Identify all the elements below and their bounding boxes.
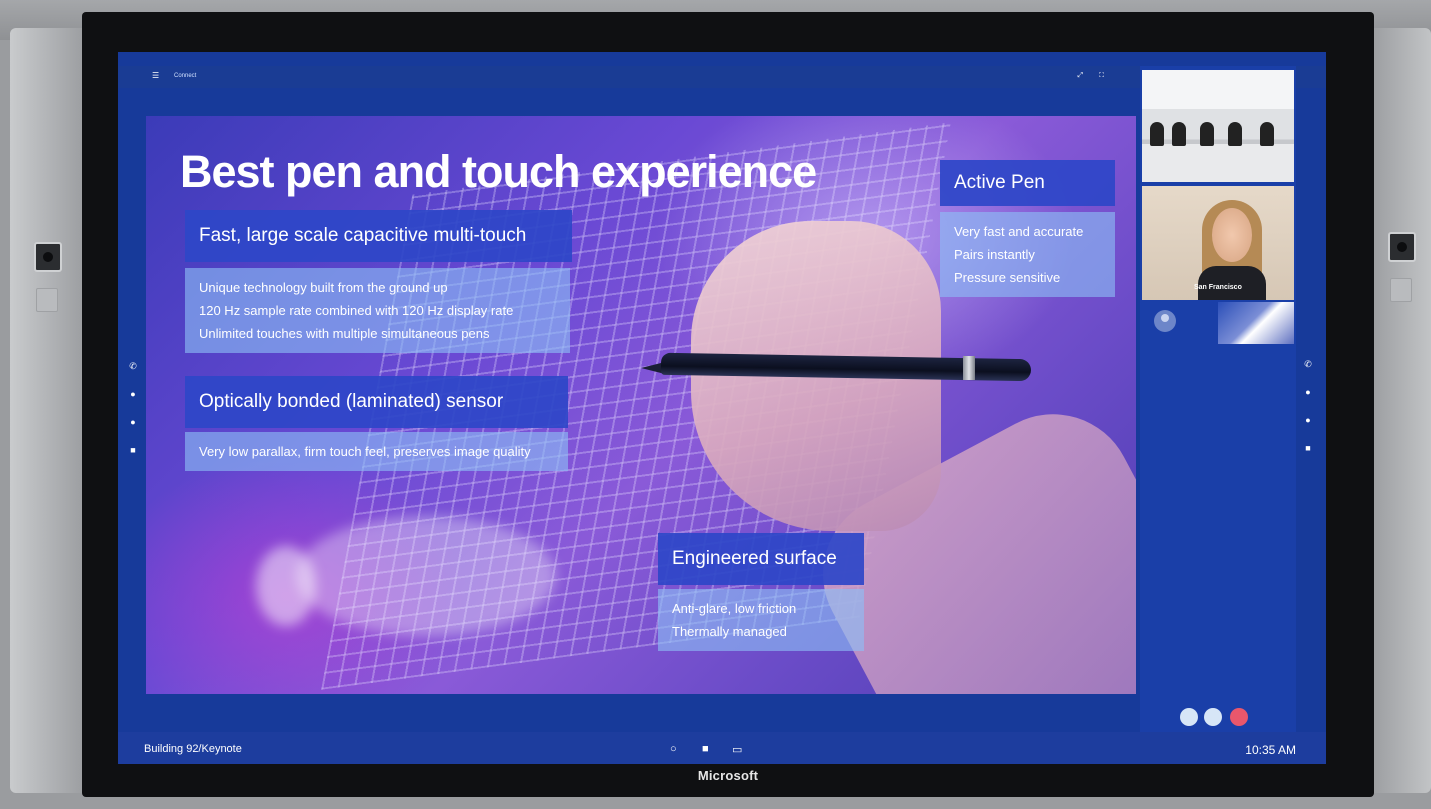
box-line: Very fast and accurate xyxy=(954,224,1084,239)
left-toolbar: ✆ ● ● ■ xyxy=(126,352,140,464)
phone-icon[interactable]: ✆ xyxy=(1301,350,1315,378)
call-panel: San Francisco xyxy=(1140,66,1296,732)
participant xyxy=(1150,122,1164,146)
left-camera-icon xyxy=(34,242,62,272)
blurred-circle xyxy=(256,546,316,626)
mute-button[interactable] xyxy=(1180,708,1198,726)
caller-shirt xyxy=(1198,266,1266,300)
box-body-sensor: Very low parallax, firm touch feel, pres… xyxy=(185,432,568,471)
box-heading-multitouch: Fast, large scale capacitive multi-touch xyxy=(185,210,572,262)
box-line: Thermally managed xyxy=(672,624,787,639)
participant xyxy=(1172,122,1186,146)
taskbar: Building 92/Keynote ○ ■ ▭ 10:35 AM xyxy=(118,732,1326,764)
right-camera-icon xyxy=(1388,232,1416,262)
participant xyxy=(1228,122,1242,146)
brand-logo: Microsoft xyxy=(697,768,759,783)
window-controls[interactable]: ⤢⛶ xyxy=(1077,72,1120,80)
caller-face xyxy=(1212,208,1252,262)
box-line: Unique technology built from the ground … xyxy=(199,280,448,295)
chat-icon[interactable]: ● xyxy=(126,380,140,408)
task-view-icon[interactable]: ▭ xyxy=(732,743,742,756)
location-icon[interactable]: ● xyxy=(1301,406,1315,434)
box-heading-pen: Active Pen xyxy=(940,160,1115,206)
pen-band xyxy=(963,356,975,380)
user-avatar-icon[interactable] xyxy=(1154,310,1176,332)
left-speaker-bar xyxy=(10,28,84,793)
conference-table xyxy=(1142,144,1294,182)
box-heading-surface: Engineered surface xyxy=(658,533,864,585)
caller-name: San Francisco xyxy=(1194,284,1242,291)
document-icon[interactable]: ■ xyxy=(1301,434,1315,462)
clock: 10:35 AM xyxy=(1245,743,1296,757)
search-icon[interactable]: ○ xyxy=(670,743,677,755)
box-body-pen: Very fast and accurate Pairs instantly P… xyxy=(940,212,1115,297)
hamburger-menu-icon[interactable]: ☰ xyxy=(152,72,159,80)
left-sensor xyxy=(36,288,58,312)
remote-caller-video[interactable]: San Francisco xyxy=(1142,186,1294,300)
restore-icon[interactable]: ⤢ xyxy=(1077,72,1099,79)
screen: ☰ Connect ⤢⛶ ✆ ● ● ■ Best pen and touch … xyxy=(118,52,1326,764)
participant xyxy=(1200,122,1214,146)
app-name: Connect xyxy=(174,73,197,79)
document-icon[interactable]: ■ xyxy=(126,436,140,464)
box-line: Pressure sensitive xyxy=(954,270,1061,285)
chat-icon[interactable]: ● xyxy=(1301,378,1315,406)
slide-title: Best pen and touch experience xyxy=(180,146,817,197)
box-line: Pairs instantly xyxy=(954,247,1035,262)
right-toolbar: ✆ ● ● ■ xyxy=(1301,350,1315,462)
participant xyxy=(1260,122,1274,146)
box-line: Anti-glare, low friction xyxy=(672,601,797,616)
box-heading-sensor: Optically bonded (laminated) sensor xyxy=(185,376,568,428)
box-body-surface: Anti-glare, low friction Thermally manag… xyxy=(658,589,864,651)
location-icon[interactable]: ● xyxy=(126,408,140,436)
location-label: Building 92/Keynote xyxy=(144,743,242,755)
conference-room-video[interactable] xyxy=(1142,70,1294,182)
box-line: Unlimited touches with multiple simultan… xyxy=(199,326,490,341)
box-body-multitouch: Unique technology built from the ground … xyxy=(185,268,570,353)
presentation-slide: Best pen and touch experience Fast, larg… xyxy=(146,116,1136,694)
hang-up-button[interactable] xyxy=(1230,708,1248,726)
box-line: Very low parallax, firm touch feel, pres… xyxy=(199,444,531,459)
right-speaker-bar xyxy=(1372,28,1431,793)
right-sensor xyxy=(1390,278,1412,302)
self-view-thumbnail[interactable] xyxy=(1218,302,1294,344)
fullscreen-icon[interactable]: ⛶ xyxy=(1099,72,1120,79)
video-toggle-button[interactable] xyxy=(1204,708,1222,726)
box-line: 120 Hz sample rate combined with 120 Hz … xyxy=(199,303,514,318)
windows-icon[interactable]: ■ xyxy=(702,743,709,755)
phone-icon[interactable]: ✆ xyxy=(126,352,140,380)
